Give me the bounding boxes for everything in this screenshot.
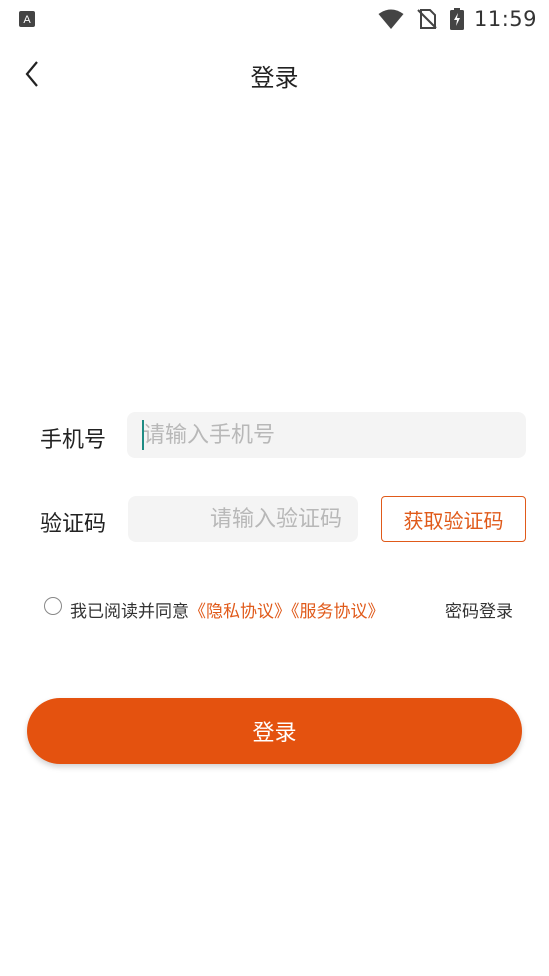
login-button[interactable]: 登录 xyxy=(27,698,522,764)
a-badge-icon: A xyxy=(19,11,35,27)
app-header: 登录 xyxy=(0,38,549,110)
agreement-row: 我已阅读并同意《隐私协议》《服务协议》 密码登录 xyxy=(44,595,534,622)
page-title: 登录 xyxy=(250,64,299,92)
agreement-prefix: 我已阅读并同意 xyxy=(70,602,189,622)
get-code-button[interactable]: 获取验证码 xyxy=(381,496,526,542)
svg-text:A: A xyxy=(23,14,31,26)
service-link[interactable]: 《服务协议》 xyxy=(291,602,385,622)
agreement-text: 我已阅读并同意《隐私协议》《服务协议》 xyxy=(70,597,385,622)
text-cursor xyxy=(142,420,144,450)
privacy-link[interactable]: 《隐私协议》 xyxy=(189,602,291,622)
agreement-checkbox[interactable] xyxy=(44,597,62,615)
password-login-link[interactable]: 密码登录 xyxy=(445,597,513,622)
battery-charging-icon xyxy=(449,8,464,30)
wifi-icon xyxy=(378,9,404,29)
phone-input[interactable] xyxy=(127,412,526,458)
status-bar: A 11:59 xyxy=(0,0,549,38)
phone-row: 手机号 xyxy=(0,412,549,460)
phone-label: 手机号 xyxy=(40,428,107,453)
code-label: 验证码 xyxy=(40,512,107,537)
status-icons: 11:59 xyxy=(378,6,537,32)
status-time: 11:59 xyxy=(473,7,537,31)
verification-code-input[interactable] xyxy=(128,496,358,542)
no-sim-icon xyxy=(417,9,437,29)
code-row: 验证码 获取验证码 xyxy=(0,496,549,544)
